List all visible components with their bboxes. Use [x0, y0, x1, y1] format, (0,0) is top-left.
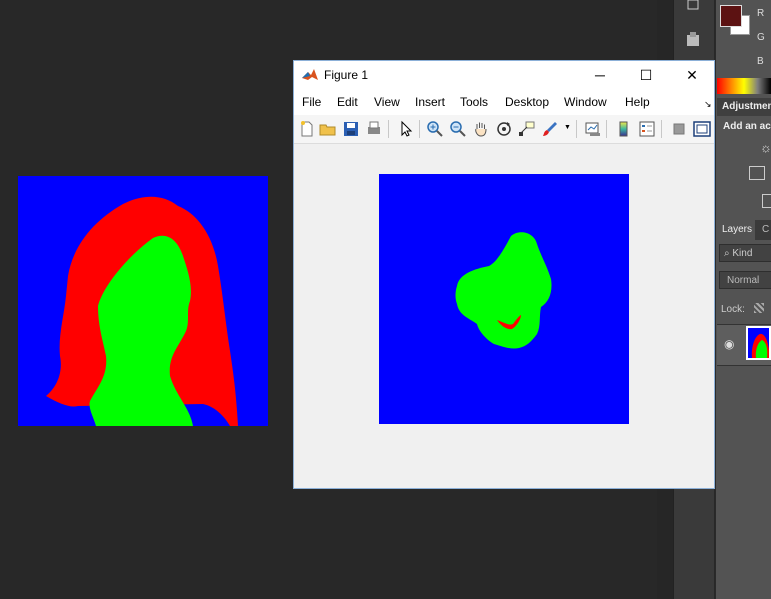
color-ramp[interactable]: [717, 78, 771, 94]
toolbar-separator: [606, 120, 607, 138]
blend-mode-select[interactable]: Normal: [719, 271, 771, 289]
menu-tools[interactable]: Tools: [460, 95, 488, 109]
figure-axes-image[interactable]: [379, 174, 629, 424]
open-file-icon[interactable]: [319, 120, 337, 138]
print-icon[interactable]: [365, 120, 383, 138]
toolbar-separator: [661, 120, 662, 138]
rotate-3d-icon[interactable]: [495, 120, 513, 138]
layer-kind-filter[interactable]: ⌕ Kind: [719, 244, 771, 262]
brush-icon[interactable]: [541, 120, 559, 138]
foreground-color-swatch[interactable]: [720, 5, 742, 27]
menu-file[interactable]: File: [302, 95, 321, 109]
levels-icon[interactable]: [749, 166, 765, 180]
menu-bar: File Edit View Insert Tools Desktop Wind…: [294, 89, 714, 115]
curves-icon[interactable]: [762, 194, 771, 208]
matlab-icon: [302, 69, 318, 80]
menu-edit[interactable]: Edit: [337, 95, 358, 109]
toolbar-separator: [419, 120, 420, 138]
save-icon[interactable]: [342, 120, 360, 138]
kind-label: Kind: [732, 248, 753, 259]
menu-view[interactable]: View: [374, 95, 400, 109]
edit-plot-arrow-icon[interactable]: [397, 120, 415, 138]
toolbar-separator: [576, 120, 577, 138]
data-cursor-icon[interactable]: [518, 120, 536, 138]
minimize-button[interactable]: ─: [577, 61, 623, 89]
toolbar-separator: [388, 120, 389, 138]
layer-thumbnail[interactable]: [746, 326, 771, 360]
brightness-icon[interactable]: ☼: [760, 140, 771, 155]
colorbar-icon[interactable]: [615, 120, 633, 138]
adjustments-tab[interactable]: Adjustmen: [717, 98, 771, 116]
lock-transparency-icon[interactable]: [754, 303, 764, 313]
brush-dropdown-icon[interactable]: ▼: [564, 124, 571, 131]
menu-help[interactable]: Help: [625, 95, 650, 109]
menu-insert[interactable]: Insert: [415, 95, 445, 109]
menu-window[interactable]: Window: [564, 95, 607, 109]
segmentation-image-left: [18, 176, 268, 426]
window-title: Figure 1: [324, 68, 369, 82]
menu-desktop[interactable]: Desktop: [505, 95, 549, 109]
dock-arrow-icon[interactable]: ↘: [704, 99, 712, 110]
lock-label: Lock:: [721, 304, 745, 315]
eye-icon[interactable]: ◉: [724, 337, 734, 351]
zoom-out-icon[interactable]: [449, 120, 467, 138]
channel-g-label: G: [757, 32, 765, 43]
legend-icon[interactable]: [638, 120, 656, 138]
ps-tool-icon[interactable]: [686, 0, 700, 12]
maximize-button[interactable]: ☐: [623, 61, 669, 89]
zoom-in-icon[interactable]: [426, 120, 444, 138]
close-button[interactable]: ✕: [669, 61, 715, 89]
channel-b-label: B: [757, 56, 764, 67]
ps-3d-icon[interactable]: [686, 32, 700, 48]
new-figure-icon[interactable]: [298, 120, 316, 138]
add-adjustment-label: Add an ac: [723, 121, 771, 132]
channels-tab[interactable]: C: [762, 224, 769, 235]
show-plot-tools-icon[interactable]: [693, 120, 711, 138]
layers-tab[interactable]: Layers: [717, 220, 755, 240]
channel-r-label: R: [757, 8, 765, 19]
figure-window: Figure 1 ─ ☐ ✕ File Edit View Insert Too…: [293, 60, 715, 489]
hide-plot-tools-icon[interactable]: [670, 120, 688, 138]
title-bar[interactable]: Figure 1 ─ ☐ ✕: [294, 61, 714, 89]
figure-toolbar: ▼: [294, 115, 714, 144]
pan-icon[interactable]: [472, 120, 490, 138]
link-plot-icon[interactable]: [584, 120, 602, 138]
